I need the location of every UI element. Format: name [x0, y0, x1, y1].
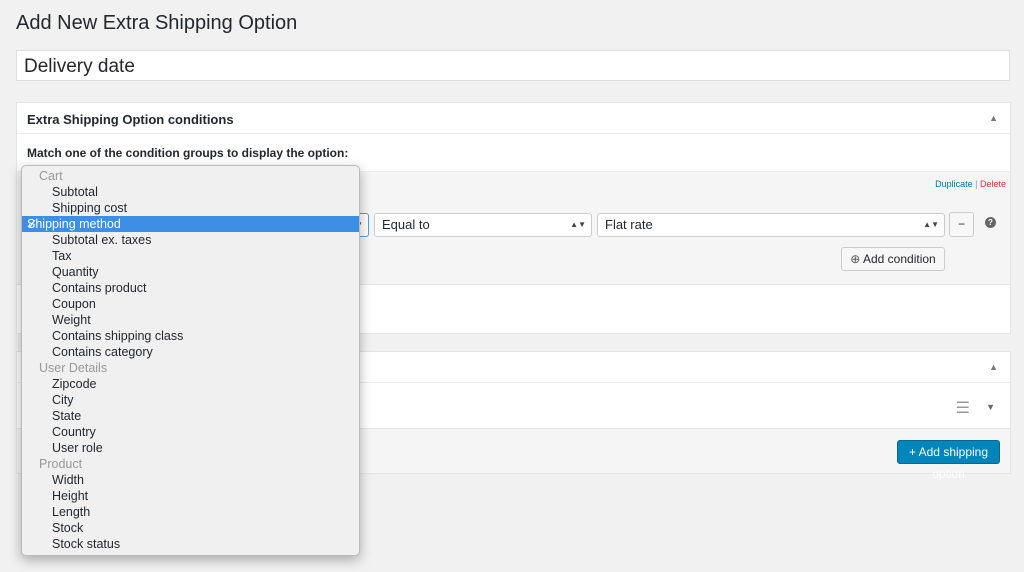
dropdown-option[interactable]: Country	[22, 424, 359, 440]
page-title: Add New Extra Shipping Option	[16, 12, 298, 34]
dropdown-option[interactable]: Contains category	[22, 344, 359, 360]
dropdown-option[interactable]: City	[22, 392, 359, 408]
dropdown-option[interactable]: Height	[22, 488, 359, 504]
dropdown-option[interactable]: Quantity	[22, 264, 359, 280]
dropdown-option[interactable]: Subtotal ex. taxes	[22, 232, 359, 248]
dropdown-group-label: Cart	[39, 169, 63, 183]
collapse-icon[interactable]: ▲	[989, 362, 998, 372]
dropdown-option[interactable]: Stock status	[22, 536, 359, 552]
dropdown-option[interactable]: Subtotal	[22, 184, 359, 200]
add-shipping-option-button[interactable]: + Add shipping option	[897, 440, 1000, 481]
duplicate-link[interactable]: Duplicate	[935, 179, 973, 189]
dropdown-group-label: User Details	[39, 361, 108, 375]
dropdown-option[interactable]: Contains shipping class	[22, 328, 359, 344]
help-icon[interactable]: ?	[985, 217, 996, 228]
plus-circle-icon: ⊕	[850, 252, 861, 266]
operator-select[interactable]: Equal to ▲▼	[374, 213, 592, 237]
dropdown-option[interactable]: State	[22, 408, 359, 424]
dropdown-group-label: Product	[39, 457, 83, 471]
condition-dropdown-menu[interactable]: Cart Subtotal Shipping cost ✓ Shipping metho…	[21, 165, 360, 556]
panel-heading: Extra Shipping Option conditions	[27, 112, 234, 127]
match-text: Match one of the condition groups to dis…	[27, 146, 349, 160]
dropdown-option[interactable]: Shipping cost	[22, 200, 359, 216]
collapse-icon[interactable]: ▲	[989, 113, 998, 123]
dropdown-option[interactable]: Contains product	[22, 280, 359, 296]
remove-condition-button[interactable]: −	[949, 212, 974, 237]
dropdown-option[interactable]: Zipcode	[22, 376, 359, 392]
dropdown-option[interactable]: Length	[22, 504, 359, 520]
title-input[interactable]: Delivery date	[16, 50, 1010, 81]
delete-link[interactable]: Delete	[980, 179, 1006, 189]
expand-icon[interactable]: ▼	[986, 402, 995, 412]
dropdown-option[interactable]: ✓ Shipping method	[22, 216, 359, 232]
drag-handle-icon[interactable]: ☰	[956, 398, 970, 418]
dropdown-option[interactable]: Coupon	[22, 296, 359, 312]
dropdown-option[interactable]: Weight	[22, 312, 359, 328]
dropdown-option[interactable]: Stock	[22, 520, 359, 536]
dropdown-option[interactable]: User role	[22, 440, 359, 456]
dropdown-option[interactable]: Tax	[22, 248, 359, 264]
separator: |	[975, 179, 978, 189]
dropdown-option[interactable]: Width	[22, 472, 359, 488]
value-select[interactable]: Flat rate ▲▼	[597, 213, 945, 237]
add-condition-button[interactable]: ⊕ Add condition	[841, 247, 945, 271]
